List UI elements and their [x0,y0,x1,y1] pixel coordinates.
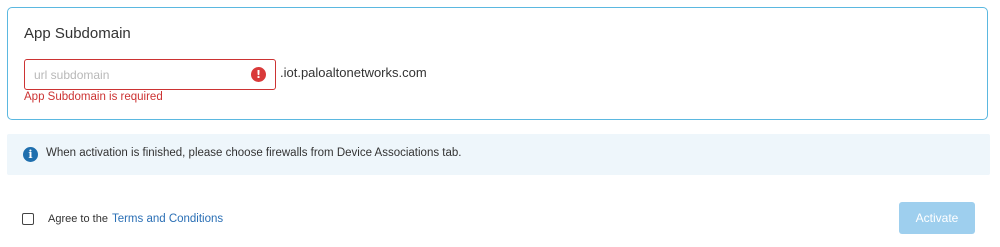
app-subdomain-card: App Subdomain ! .iot.paloaltonetworks.co… [7,7,988,120]
validation-error-message: App Subdomain is required [24,91,163,103]
info-circle-icon: i [23,147,38,162]
card-title: App Subdomain [24,25,131,42]
agree-checkbox[interactable] [22,213,34,225]
terms-and-conditions-link[interactable]: Terms and Conditions [112,213,223,225]
info-message: When activation is finished, please choo… [46,147,462,159]
activate-button[interactable]: Activate [899,202,975,234]
info-banner: i When activation is finished, please ch… [7,134,990,175]
agree-label: Agree to the [48,213,108,225]
subdomain-input[interactable] [25,60,254,89]
subdomain-input-wrapper[interactable]: ! [24,59,276,90]
domain-suffix: .iot.paloaltonetworks.com [280,65,427,80]
terms-agreement-row: Agree to the Terms and Conditions [22,211,223,227]
exclamation-circle-icon: ! [251,67,266,82]
